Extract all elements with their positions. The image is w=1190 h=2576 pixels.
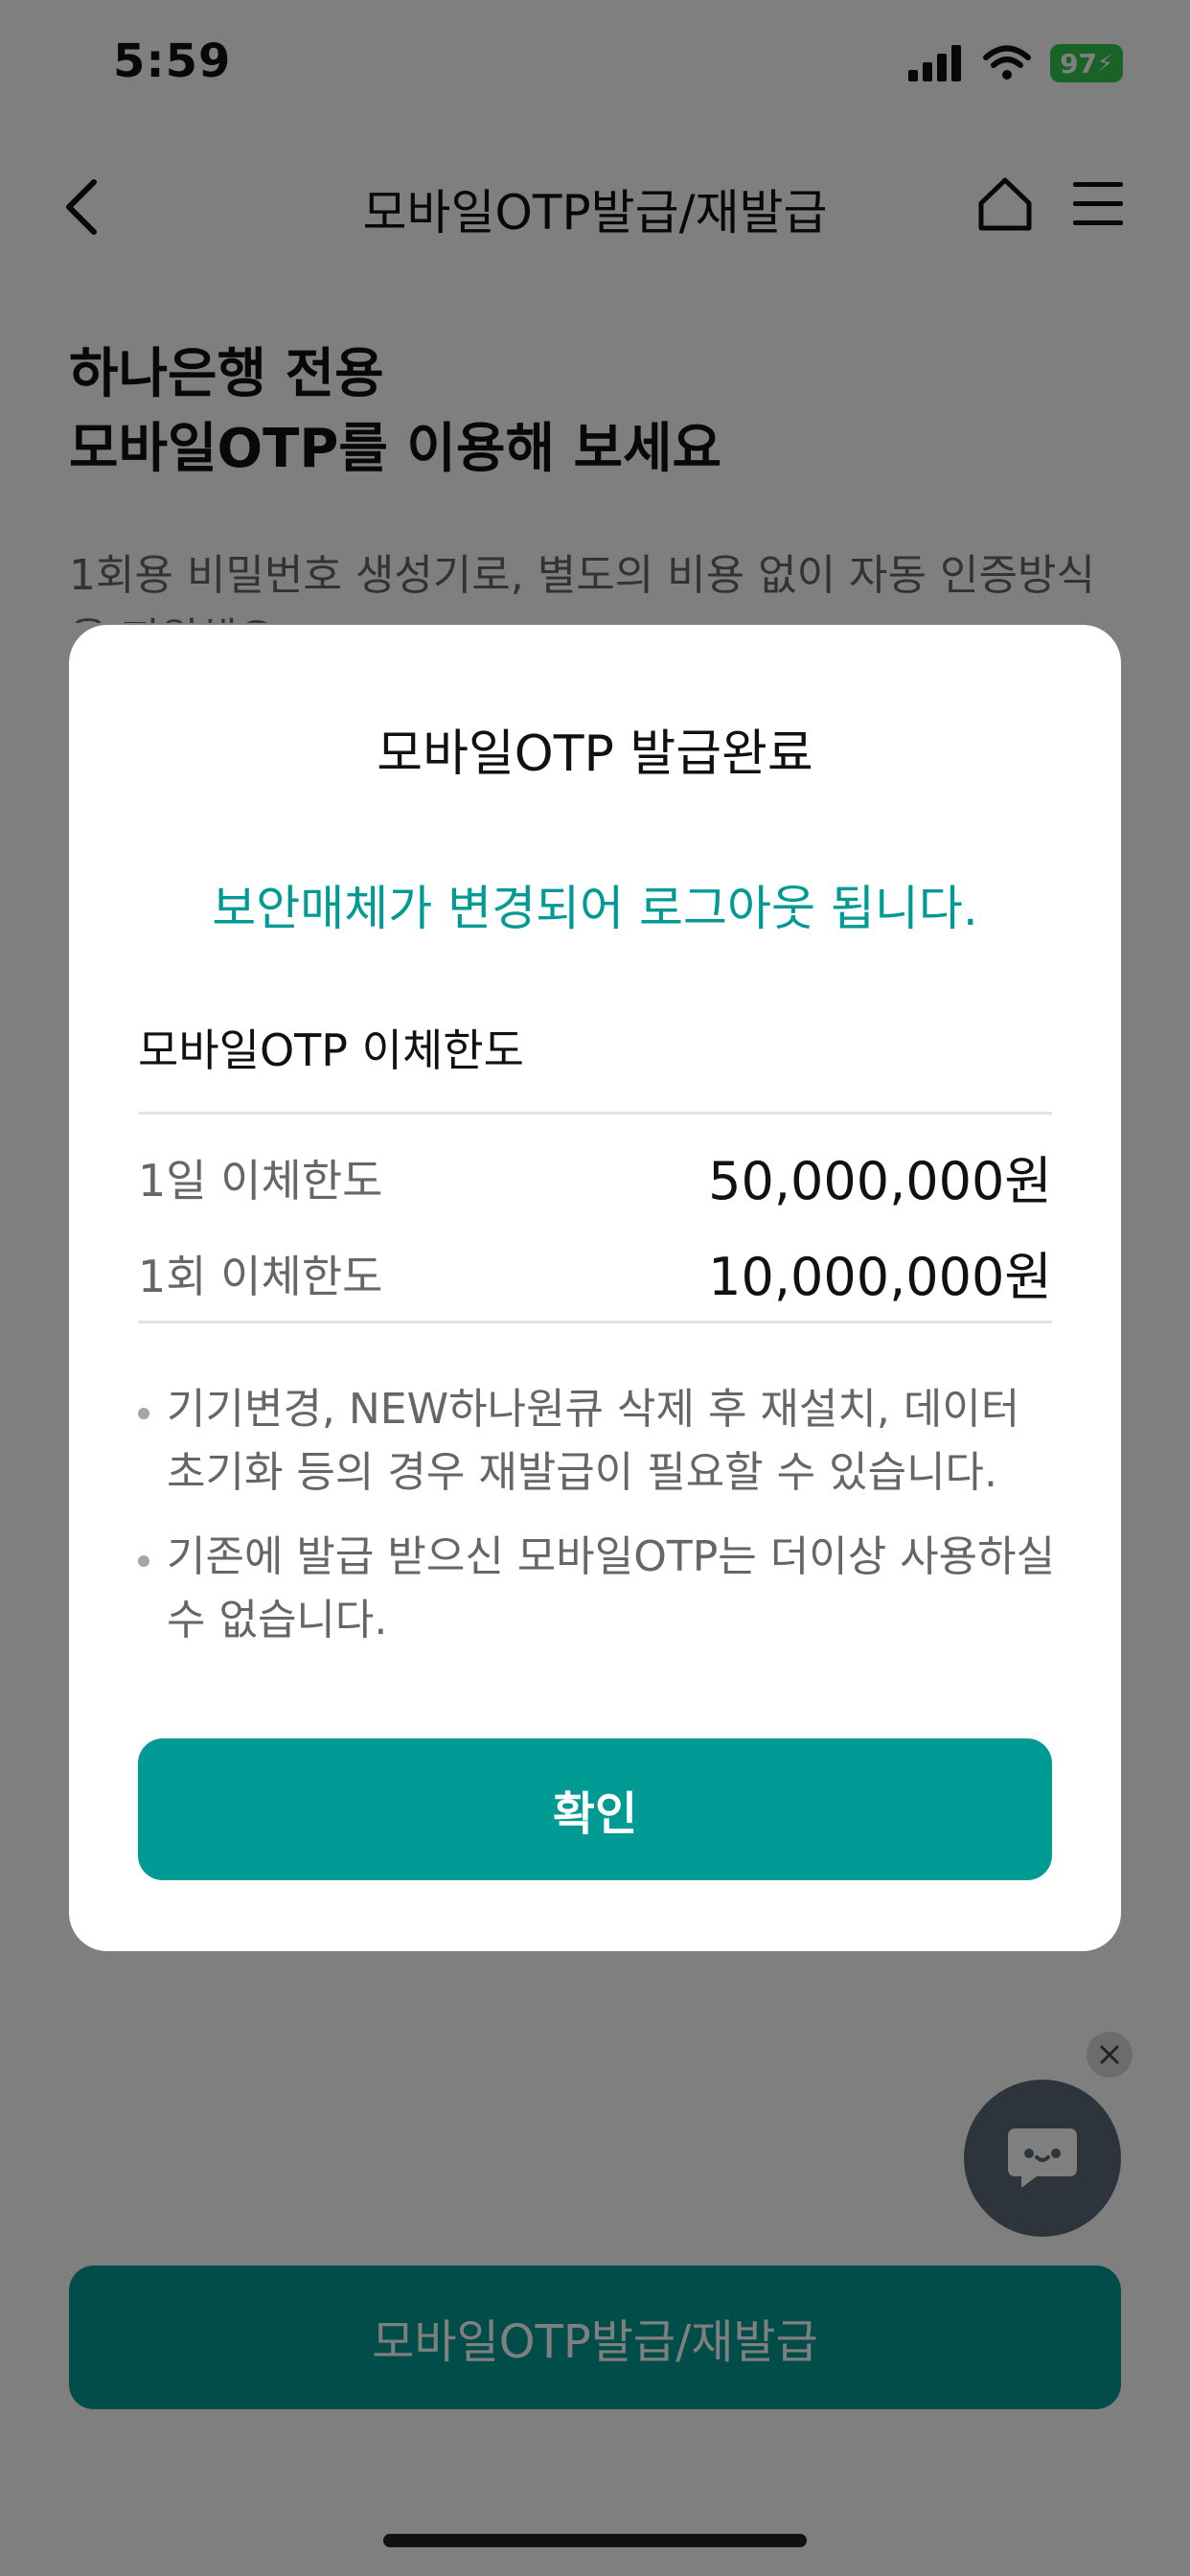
notice-text: 기존에 발급 받으신 모바일OTP는 더이상 사용하실 수 없습니다. (167, 1532, 1056, 1644)
home-indicator[interactable] (383, 2534, 807, 2547)
limit-value: 50,000,000원 (708, 1151, 1052, 1211)
limit-row-daily: 1일 이체한도 50,000,000원 (138, 1138, 1052, 1211)
notice-list: 기기변경, NEW하나원큐 삭제 후 재설치, 데이터 초기화 등의 경우 재발… (138, 1378, 1058, 1673)
confirm-button[interactable]: 확인 (138, 1738, 1052, 1880)
bullet-icon (138, 1555, 149, 1567)
limit-label: 1회 이체한도 (138, 1251, 383, 1302)
limit-value: 10,000,000원 (708, 1247, 1052, 1307)
bullet-icon (138, 1408, 149, 1419)
notice-item: 기존에 발급 받으신 모바일OTP는 더이상 사용하실 수 없습니다. (138, 1526, 1058, 1652)
logout-notice: 보안매체가 변경되어 로그아웃 됩니다. (212, 881, 978, 936)
transfer-limit-heading: 모바일OTP 이체한도 (138, 1024, 524, 1076)
dialog-title: 모바일OTP 발급완료 (377, 725, 813, 783)
notice-item: 기기변경, NEW하나원큐 삭제 후 재설치, 데이터 초기화 등의 경우 재발… (138, 1378, 1058, 1505)
divider-top (138, 1112, 1052, 1115)
limit-label: 1일 이체한도 (138, 1155, 383, 1207)
divider-bottom (138, 1321, 1052, 1323)
otp-issued-dialog: 모바일OTP 발급완료 보안매체가 변경되어 로그아웃 됩니다. 모바일OTP … (69, 625, 1121, 1951)
app-screen: 5:59 97 ⚡ 모바일OTP발급/재발급 (0, 0, 1190, 2576)
notice-text: 기기변경, NEW하나원큐 삭제 후 재설치, 데이터 초기화 등의 경우 재발… (167, 1385, 1020, 1497)
limit-row-per-transaction: 1회 이체한도 10,000,000원 (138, 1234, 1052, 1307)
